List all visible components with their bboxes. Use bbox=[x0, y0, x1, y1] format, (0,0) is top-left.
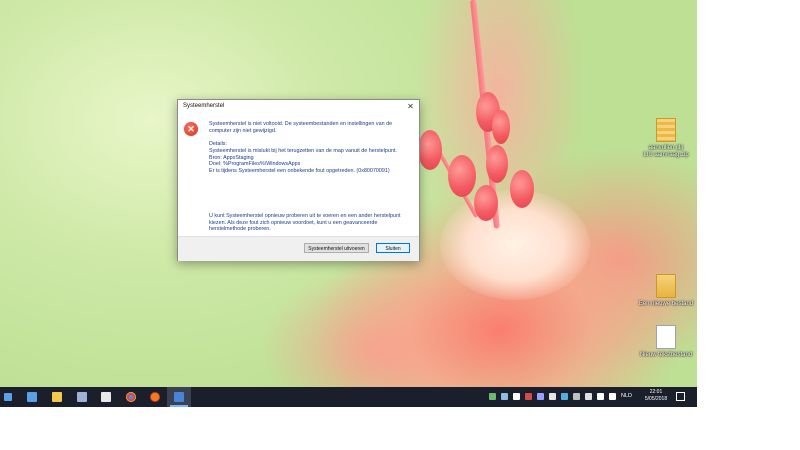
zip-icon bbox=[656, 118, 676, 142]
tray-app-icon[interactable] bbox=[525, 393, 532, 400]
clock-date: 5/05/2018 bbox=[644, 396, 668, 402]
volume-icon[interactable] bbox=[609, 393, 616, 400]
clock-time: 22:01 bbox=[649, 389, 663, 395]
flower-stamen bbox=[474, 185, 498, 221]
document-icon bbox=[656, 325, 676, 349]
desktop-icon-folder[interactable]: Een nieuwe bestand bbox=[638, 274, 694, 308]
tray-app-icon[interactable] bbox=[573, 393, 580, 400]
desktop: aanvullen (1) LIU aanvraag.zip Een nieuw… bbox=[0, 0, 697, 387]
taskbar: NLD 22:01 5/05/2018 bbox=[0, 387, 697, 407]
dialog-title: Systeemherstel bbox=[183, 103, 225, 109]
details-heading: Details: bbox=[209, 141, 227, 147]
desktop-icon-label: aanvullen (1) LIU aanvraag.zip bbox=[643, 145, 689, 158]
details-line: Er is tijdens Systeemherstel een onbeken… bbox=[209, 167, 390, 174]
language-indicator[interactable]: NLD bbox=[621, 393, 632, 399]
desktop-icon-label: Nieuw tekstbestand bbox=[639, 352, 693, 358]
flower-stamen bbox=[448, 155, 476, 197]
desktop-icon-label: Een nieuwe bestand bbox=[638, 301, 694, 307]
taskbar-app-system-restore[interactable] bbox=[167, 387, 191, 407]
windows-icon bbox=[4, 393, 12, 401]
tray-mail-icon[interactable] bbox=[513, 393, 520, 400]
network-icon[interactable] bbox=[597, 393, 604, 400]
media-icon bbox=[77, 392, 87, 402]
chrome-icon bbox=[126, 392, 136, 402]
flower-stamen bbox=[510, 170, 534, 208]
dialog-footer: Systeemherstel uitvoeren Sluiten bbox=[178, 236, 419, 261]
mail-icon bbox=[101, 392, 111, 402]
main-message: Systeemherstel is niet voltooid. De syst… bbox=[209, 121, 393, 134]
details-line: Bron: AppxStaging bbox=[209, 154, 254, 161]
notification-center-icon[interactable] bbox=[676, 392, 685, 401]
flower-bloom bbox=[440, 190, 590, 300]
details-line: Doel: %ProgramFiles%\WindowsApps bbox=[209, 161, 301, 168]
tray-chevron-icon[interactable] bbox=[489, 393, 496, 400]
desktop-icon-document[interactable]: Nieuw tekstbestand bbox=[638, 325, 694, 359]
folder-icon bbox=[656, 274, 676, 298]
taskbar-app-chrome[interactable] bbox=[119, 387, 143, 407]
footer-message: U kunt Systeemherstel opnieuw proberen u… bbox=[209, 213, 401, 233]
clock[interactable]: 22:01 5/05/2018 bbox=[641, 389, 671, 403]
taskbar-app-file-explorer[interactable] bbox=[45, 387, 69, 407]
taskbar-app-media[interactable] bbox=[70, 387, 94, 407]
file-explorer-icon bbox=[52, 392, 62, 402]
dialog-body: ✕ Systeemherstel is niet voltooid. De sy… bbox=[178, 114, 419, 236]
tray-app-icon[interactable] bbox=[585, 393, 592, 400]
flower-stamen bbox=[492, 110, 510, 144]
taskbar-app-store[interactable] bbox=[20, 387, 44, 407]
close-button[interactable]: Sluiten bbox=[376, 243, 410, 253]
tray-app-icon[interactable] bbox=[561, 393, 568, 400]
tray-app-icon[interactable] bbox=[549, 393, 556, 400]
dialog-titlebar[interactable]: Systeemherstel ✕ bbox=[178, 100, 419, 114]
details-line: Systeemherstel is mislukt bij het terugz… bbox=[209, 148, 397, 154]
taskbar-app-firefox[interactable] bbox=[143, 387, 167, 407]
store-icon bbox=[27, 392, 37, 402]
taskbar-app-mail[interactable] bbox=[94, 387, 118, 407]
tray-app-icon[interactable] bbox=[537, 393, 544, 400]
system-restore-icon bbox=[174, 392, 184, 402]
system-restore-dialog: Systeemherstel ✕ ✕ Systeemherstel is nie… bbox=[177, 99, 420, 261]
desktop-icon-zip[interactable]: aanvullen (1) LIU aanvraag.zip bbox=[638, 118, 694, 159]
close-icon[interactable]: ✕ bbox=[405, 101, 416, 112]
error-icon: ✕ bbox=[184, 122, 198, 136]
firefox-icon bbox=[150, 392, 160, 402]
details-list: Systeemherstel is mislukt bij het terugz… bbox=[209, 148, 409, 174]
screen: aanvullen (1) LIU aanvraag.zip Een nieuw… bbox=[0, 0, 697, 407]
tray-app-icon[interactable] bbox=[501, 393, 508, 400]
system-restore-button[interactable]: Systeemherstel uitvoeren bbox=[304, 243, 369, 253]
flower-stamen bbox=[418, 130, 442, 170]
flower-stamen bbox=[486, 145, 508, 183]
